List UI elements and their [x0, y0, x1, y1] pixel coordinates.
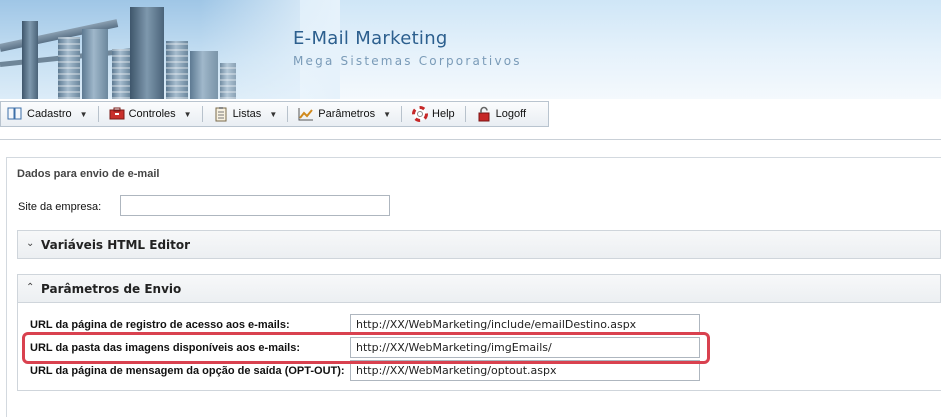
highlight-box [22, 332, 710, 364]
chevron-down-icon: ▼ [383, 109, 392, 119]
chevron-down-icon: ⌄ [26, 238, 35, 249]
panel-html-editor-header[interactable]: ⌄ Variáveis HTML Editor [17, 230, 941, 259]
chevron-down-icon: ▼ [79, 109, 88, 119]
site-input[interactable] [120, 195, 390, 216]
menu-parametros[interactable]: Parâmetros ▼ [292, 102, 397, 126]
panel-envio-header[interactable]: ⌃ Parâmetros de Envio [17, 274, 941, 303]
menu-separator [97, 106, 99, 122]
menu-cadastro[interactable]: Cadastro ▼ [1, 102, 94, 126]
menu-separator [464, 106, 466, 122]
banner-building [166, 41, 188, 99]
chart-icon [298, 106, 314, 122]
panel-html-editor-title: Variáveis HTML Editor [41, 238, 191, 252]
main-menu-bar: Cadastro ▼ Controles ▼ Listas ▼ Parâmetr… [0, 101, 549, 127]
menu-parametros-label: Parâmetros [318, 108, 376, 120]
menu-logoff-label: Logoff [495, 108, 527, 120]
chevron-down-icon: ▼ [269, 109, 278, 119]
menu-controles[interactable]: Controles ▼ [103, 102, 198, 126]
menu-separator [201, 106, 203, 122]
menu-logoff[interactable]: Logoff [470, 102, 532, 126]
chevron-down-icon: ▼ [183, 109, 192, 119]
banner-fade [200, 0, 340, 99]
menu-controles-label: Controles [128, 108, 176, 120]
app-subtitle: Mega Sistemas Corporativos [293, 54, 522, 68]
divider [0, 139, 941, 140]
site-label: Site da empresa: [18, 201, 102, 213]
lifebuoy-icon [412, 106, 429, 122]
menu-help-label: Help [432, 108, 455, 120]
menu-listas[interactable]: Listas ▼ [207, 102, 284, 126]
app-title: E-Mail Marketing [293, 28, 448, 49]
banner-building [130, 7, 164, 99]
book-icon [7, 106, 23, 122]
banner-building [82, 29, 108, 99]
banner-building [112, 49, 130, 99]
url-optout-label: URL da página de mensagem da opção de sa… [30, 365, 345, 377]
lock-icon [476, 106, 492, 122]
toolbox-icon [109, 106, 125, 122]
menu-cadastro-label: Cadastro [27, 108, 72, 120]
section-title: Dados para envio de e-mail [17, 168, 160, 180]
menu-separator [287, 106, 289, 122]
banner-building [22, 21, 38, 99]
chevron-up-icon: ⌃ [26, 282, 35, 293]
menu-listas-label: Listas [232, 108, 262, 120]
url-registro-label: URL da página de registro de acesso aos … [30, 319, 290, 331]
header-banner: E-Mail Marketing Mega Sistemas Corporati… [0, 0, 941, 99]
menu-help[interactable]: Help [406, 102, 461, 126]
panel-envio-title: Parâmetros de Envio [41, 282, 182, 296]
clipboard-icon [213, 106, 229, 122]
banner-building [58, 37, 80, 99]
menu-separator [401, 106, 403, 122]
